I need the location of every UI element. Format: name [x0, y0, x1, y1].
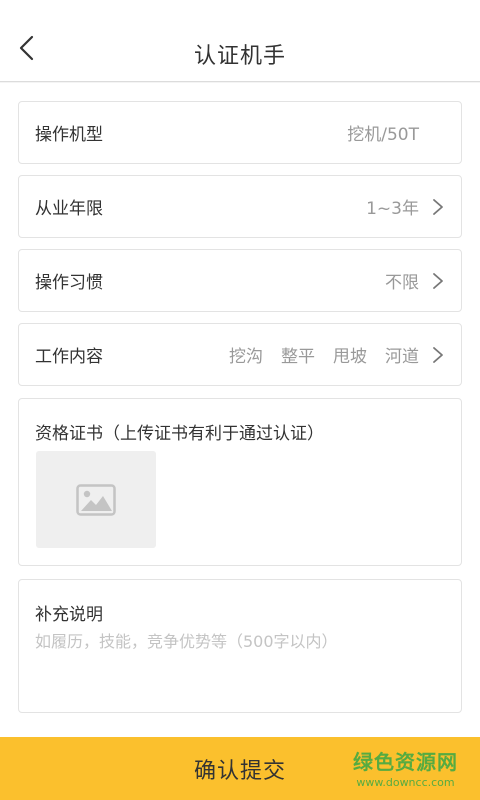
experience-value-wrap: 1~3年 — [366, 194, 419, 219]
experience-value: 1~3年 — [366, 199, 419, 219]
work-tag: 甩坡 — [333, 347, 367, 367]
certificate-upload-button[interactable] — [36, 451, 156, 548]
work-tag: 河道 — [385, 347, 419, 367]
chevron-right-icon — [433, 272, 443, 289]
habit-value: 不限 — [385, 273, 419, 293]
page-title: 认证机手 — [193, 44, 286, 69]
machine-type-card[interactable]: 操作机型 挖机/50T — [18, 101, 462, 164]
habit-row[interactable]: 操作习惯 不限 — [19, 250, 461, 311]
note-input[interactable] — [35, 628, 445, 708]
note-card: 补充说明 — [18, 579, 462, 713]
header-bar: 认证机手 — [0, 0, 480, 82]
certificate-card: 资格证书（上传证书有利于通过认证） — [18, 398, 462, 566]
habit-card[interactable]: 操作习惯 不限 — [18, 249, 462, 312]
image-placeholder-icon — [76, 483, 116, 516]
experience-row[interactable]: 从业年限 1~3年 — [19, 176, 461, 237]
work-tag: 整平 — [281, 347, 315, 367]
work-content-card[interactable]: 工作内容 挖沟 整平 甩坡 河道 — [18, 323, 462, 386]
certificate-label: 资格证书（上传证书有利于通过认证） — [35, 424, 324, 444]
submit-label: 确认提交 — [193, 758, 286, 784]
work-content-label: 工作内容 — [35, 347, 103, 367]
work-content-row[interactable]: 工作内容 挖沟 整平 甩坡 河道 — [19, 324, 461, 385]
note-label: 补充说明 — [35, 605, 103, 625]
experience-label: 从业年限 — [35, 199, 103, 219]
habit-value-wrap: 不限 — [385, 268, 419, 293]
form-content: 操作机型 挖机/50T 从业年限 1~3年 操作习惯 不限 工作内容 挖沟 整平… — [0, 83, 480, 737]
habit-label: 操作习惯 — [35, 273, 103, 293]
chevron-right-icon — [433, 346, 443, 363]
machine-type-value: 挖机/50T — [347, 125, 419, 145]
submit-button[interactable]: 确认提交 — [0, 737, 480, 800]
work-tag: 挖沟 — [229, 347, 263, 367]
machine-type-label: 操作机型 — [35, 125, 103, 145]
experience-card[interactable]: 从业年限 1~3年 — [18, 175, 462, 238]
work-content-tags: 挖沟 整平 甩坡 河道 — [229, 342, 419, 367]
chevron-right-icon — [433, 198, 443, 215]
machine-type-row[interactable]: 操作机型 挖机/50T — [19, 102, 461, 163]
